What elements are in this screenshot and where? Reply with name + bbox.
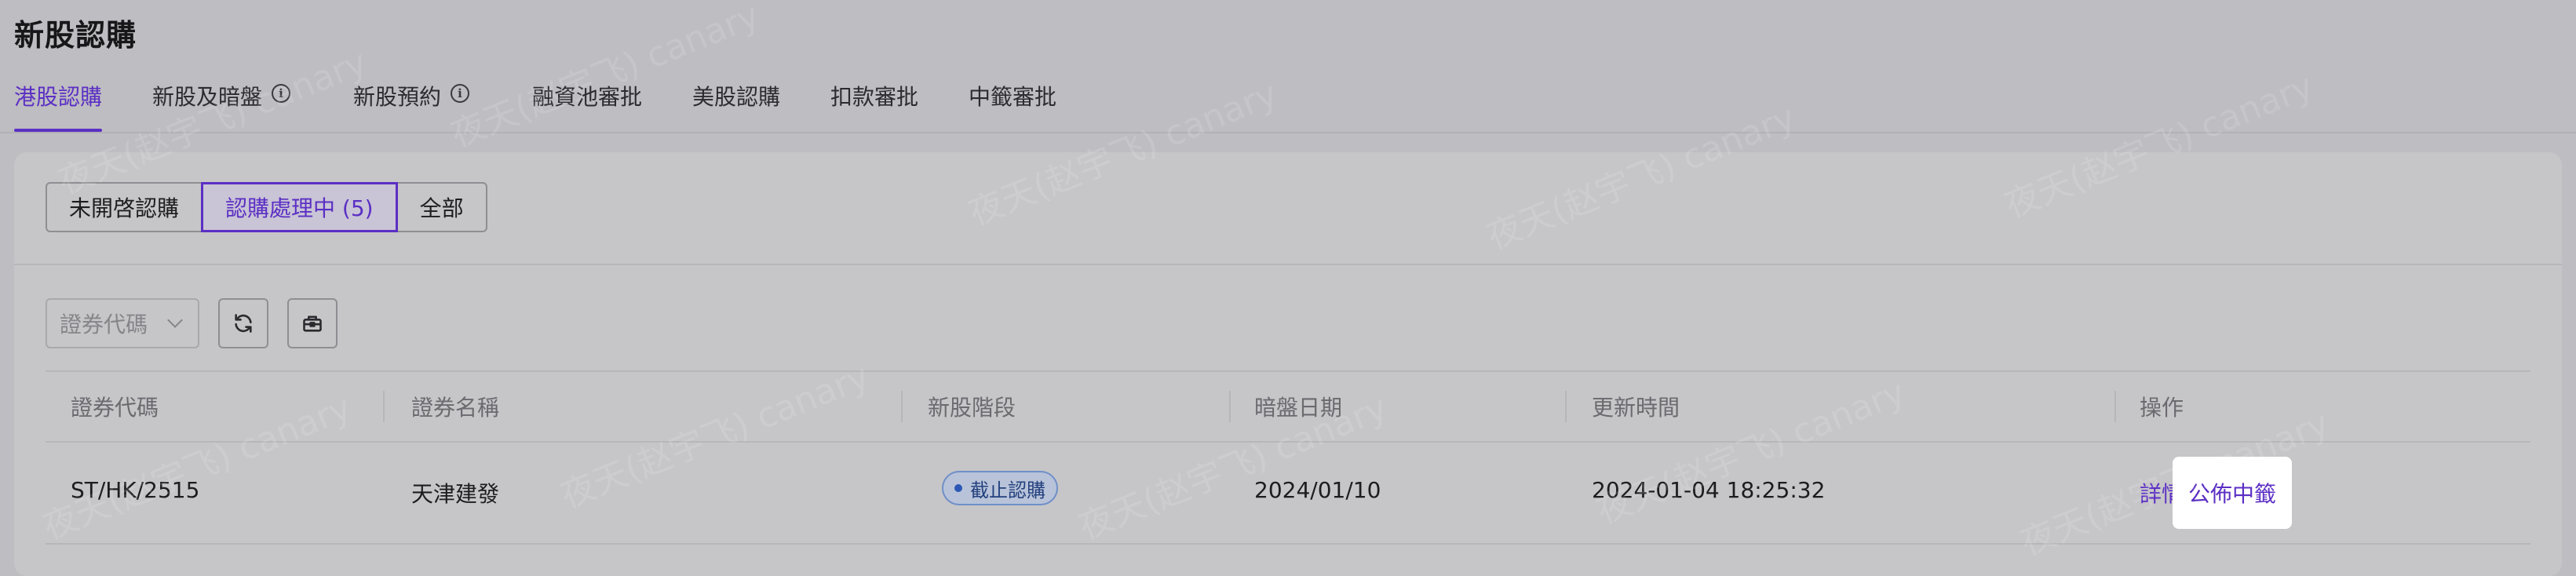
toolbox-button[interactable] xyxy=(287,298,338,348)
tab-label: 港股認購 xyxy=(14,84,103,110)
tab-bar: 港股認購 新股及暗盤 i 新股預約 i 融資池審批 美股認購 扣款審批 中籤審批 xyxy=(14,80,2576,133)
filter-processing[interactable]: 認購處理中 (5) xyxy=(201,182,398,232)
tab-us-ipo[interactable]: 美股認購 xyxy=(692,80,780,132)
tab-allotment-approval[interactable]: 中籤審批 xyxy=(969,80,1056,132)
cell-grey-date: 2024/01/10 xyxy=(1254,477,1381,503)
tab-label: 美股認購 xyxy=(692,84,781,110)
column-header-stage: 新股階段 xyxy=(928,395,1016,421)
chevron-down-icon xyxy=(167,312,183,328)
refresh-button[interactable] xyxy=(218,298,268,348)
status-badge: 截止認購 xyxy=(942,471,1058,505)
column-header-name: 證券名稱 xyxy=(411,395,500,421)
info-icon[interactable]: i xyxy=(272,84,291,103)
ipo-table: 證券代碼 證券名稱 新股階段 暗盤日期 更新時間 操作 ST/HK/2515 天… xyxy=(46,370,2530,545)
tab-financing-pool-approval[interactable]: 融資池審批 xyxy=(532,80,642,132)
column-separator xyxy=(1229,391,1231,422)
tab-deduction-approval[interactable]: 扣款審批 xyxy=(830,80,918,132)
filter-label: 全部 xyxy=(419,195,464,221)
tab-label: 新股及暗盤 xyxy=(152,84,263,110)
tab-bar-divider xyxy=(0,132,2576,133)
tab-ipo-grey-market[interactable]: 新股及暗盤 i xyxy=(152,80,291,132)
select-placeholder: 證券代碼 xyxy=(60,312,148,337)
tab-label: 新股預約 xyxy=(353,84,442,110)
toolbox-icon xyxy=(303,315,322,332)
publish-allotment-label: 公佈中籤 xyxy=(2187,481,2276,507)
cell-updated: 2024-01-04 18:25:32 xyxy=(1592,477,1826,503)
column-separator xyxy=(1565,391,1567,422)
column-separator xyxy=(901,391,903,422)
tab-ipo-reservation[interactable]: 新股預約 i xyxy=(353,80,470,132)
column-separator xyxy=(2114,391,2116,422)
status-dot-icon xyxy=(954,484,962,492)
table-row: ST/HK/2515 天津建發 截止認購 2024/01/10 2024-01-… xyxy=(46,443,2530,545)
cell-code: ST/HK/2515 xyxy=(71,477,200,503)
tab-label: 扣款審批 xyxy=(830,84,919,110)
column-header-updated: 更新時間 xyxy=(1592,395,1680,421)
tab-label: 中籤審批 xyxy=(969,84,1057,110)
column-header-actions: 操作 xyxy=(2140,395,2184,421)
filter-not-started[interactable]: 未開啓認購 xyxy=(46,182,203,232)
status-label: 截止認購 xyxy=(970,479,1045,501)
watermark-text: 夜天(赵宇飞) canary xyxy=(445,0,765,156)
column-separator xyxy=(383,391,385,422)
refresh-icon xyxy=(235,314,252,333)
page-title: 新股認購 xyxy=(14,18,137,53)
filter-label: 未開啓認購 xyxy=(69,195,180,221)
column-header-code: 證券代碼 xyxy=(71,395,159,421)
table-header: 證券代碼 證券名稱 新股階段 暗盤日期 更新時間 操作 xyxy=(46,370,2530,443)
cell-name: 天津建發 xyxy=(411,481,500,507)
info-icon[interactable]: i xyxy=(451,84,470,103)
status-filter-group: 未開啓認購 認購處理中 (5) 全部 xyxy=(46,182,487,232)
tab-label: 融資池審批 xyxy=(532,84,643,110)
tab-hk-ipo[interactable]: 港股認購 xyxy=(14,80,103,132)
column-header-grey-date: 暗盤日期 xyxy=(1254,395,1343,421)
section-divider xyxy=(14,264,2562,265)
table-toolbar: 證券代碼 xyxy=(46,298,338,348)
filter-all[interactable]: 全部 xyxy=(396,182,487,232)
publish-allotment-button[interactable]: 公佈中籤 xyxy=(2173,457,2292,529)
filter-label: 認購處理中 (5) xyxy=(225,195,374,221)
security-code-select[interactable]: 證券代碼 xyxy=(46,298,199,348)
